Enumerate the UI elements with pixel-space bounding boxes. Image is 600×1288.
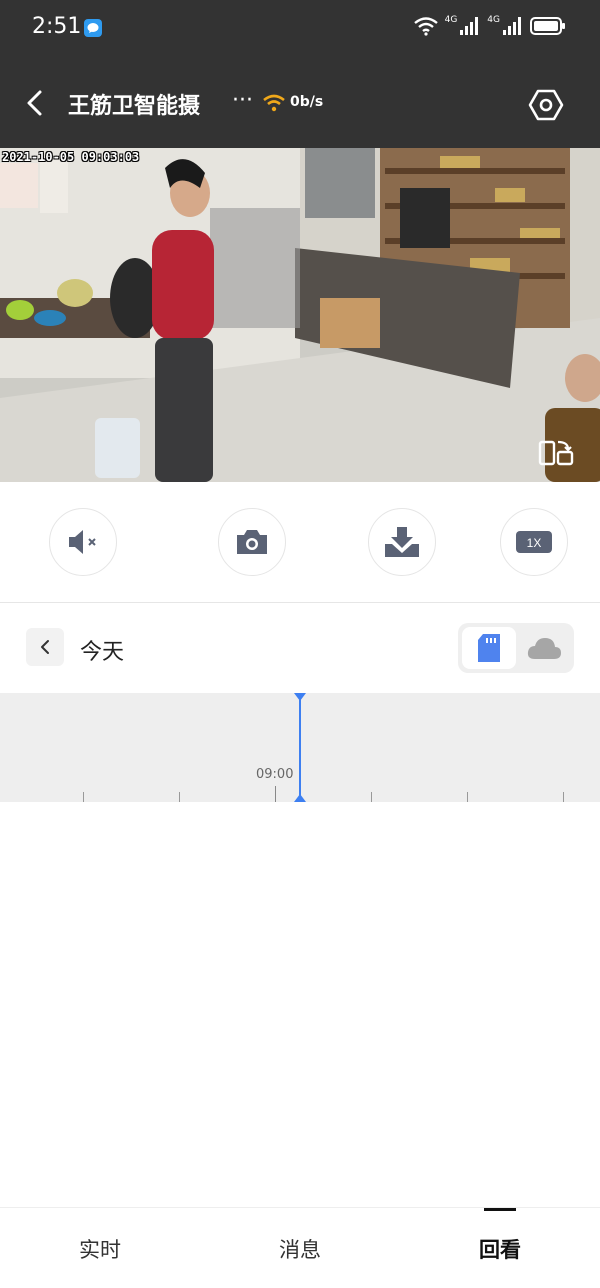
storage-source-toggle [458, 623, 574, 673]
signal-label-1: 4G [444, 15, 458, 25]
sd-card-option[interactable] [462, 627, 516, 669]
video-timestamp: 2021-10-05 09:03:03 [2, 150, 140, 164]
tab-messages[interactable]: 消息 [240, 1234, 360, 1264]
timeline-cursor[interactable] [299, 693, 301, 802]
previous-day-button[interactable] [26, 628, 64, 666]
tab-playback[interactable]: 回看 [440, 1234, 560, 1264]
timeline-tick [179, 792, 180, 802]
battery-icon [530, 16, 566, 40]
svg-text:1X: 1X [527, 536, 542, 550]
title-ellipsis: ··· [232, 88, 253, 113]
download-button[interactable] [368, 508, 436, 576]
cloud-storage-option[interactable] [518, 627, 570, 669]
timeline-cursor-bottom-marker [294, 794, 306, 802]
sd-card-icon [478, 634, 500, 662]
timeline-tick-major [275, 786, 276, 802]
playback-speed-button[interactable]: 1X [500, 508, 568, 576]
camera-video-feed[interactable]: 2021-10-05 09:03:03 [0, 148, 600, 482]
timeline-tick [371, 792, 372, 802]
message-notification-icon [84, 19, 102, 37]
snapshot-button[interactable] [218, 508, 286, 576]
back-button[interactable] [20, 86, 50, 120]
cell-signal-icon-2 [502, 16, 524, 40]
wifi-icon [413, 16, 439, 40]
bottom-navigation: 实时 消息 回看 [0, 1207, 600, 1288]
section-divider [0, 602, 600, 603]
rotate-screen-icon [538, 440, 574, 466]
hexagon-settings-icon [528, 89, 564, 121]
cloud-icon [527, 638, 561, 659]
chevron-left-icon [41, 640, 49, 654]
video-frame-image [0, 148, 600, 482]
timeline-tick [563, 792, 564, 802]
timeline-cursor-top-marker [294, 693, 306, 701]
status-icons: 4G 4G [413, 15, 566, 40]
fullscreen-rotate-button[interactable] [538, 438, 574, 468]
mute-button[interactable] [49, 508, 117, 576]
timeline-tick [83, 792, 84, 802]
settings-button[interactable] [528, 88, 564, 122]
tab-live[interactable]: 实时 [40, 1234, 160, 1264]
wifi-signal-icon [262, 94, 286, 116]
data-rate: 0b/s [290, 94, 324, 110]
timeline-time-label: 09:00 [256, 767, 294, 782]
playback-timeline[interactable]: 09:00 [0, 693, 600, 802]
camera-icon [237, 530, 267, 554]
download-icon [385, 527, 419, 557]
speaker-muted-icon [69, 530, 96, 554]
playback-controls: 1X [0, 482, 600, 602]
speed-1x-icon: 1X [516, 531, 552, 553]
signal-label-2: 4G [487, 15, 500, 25]
cell-signal-icon-1 [459, 16, 481, 40]
status-time: 2:51 [32, 14, 82, 39]
active-tab-indicator [484, 1208, 516, 1211]
chevron-left-icon [27, 90, 42, 116]
date-label[interactable]: 今天 [80, 634, 124, 666]
timeline-tick [467, 792, 468, 802]
status-bar: 2:51 4G 4G [0, 0, 600, 58]
page-title: 王筋卫智能摄 [68, 94, 201, 119]
app-header: 王筋卫智能摄 ··· 0b/s [0, 58, 600, 148]
